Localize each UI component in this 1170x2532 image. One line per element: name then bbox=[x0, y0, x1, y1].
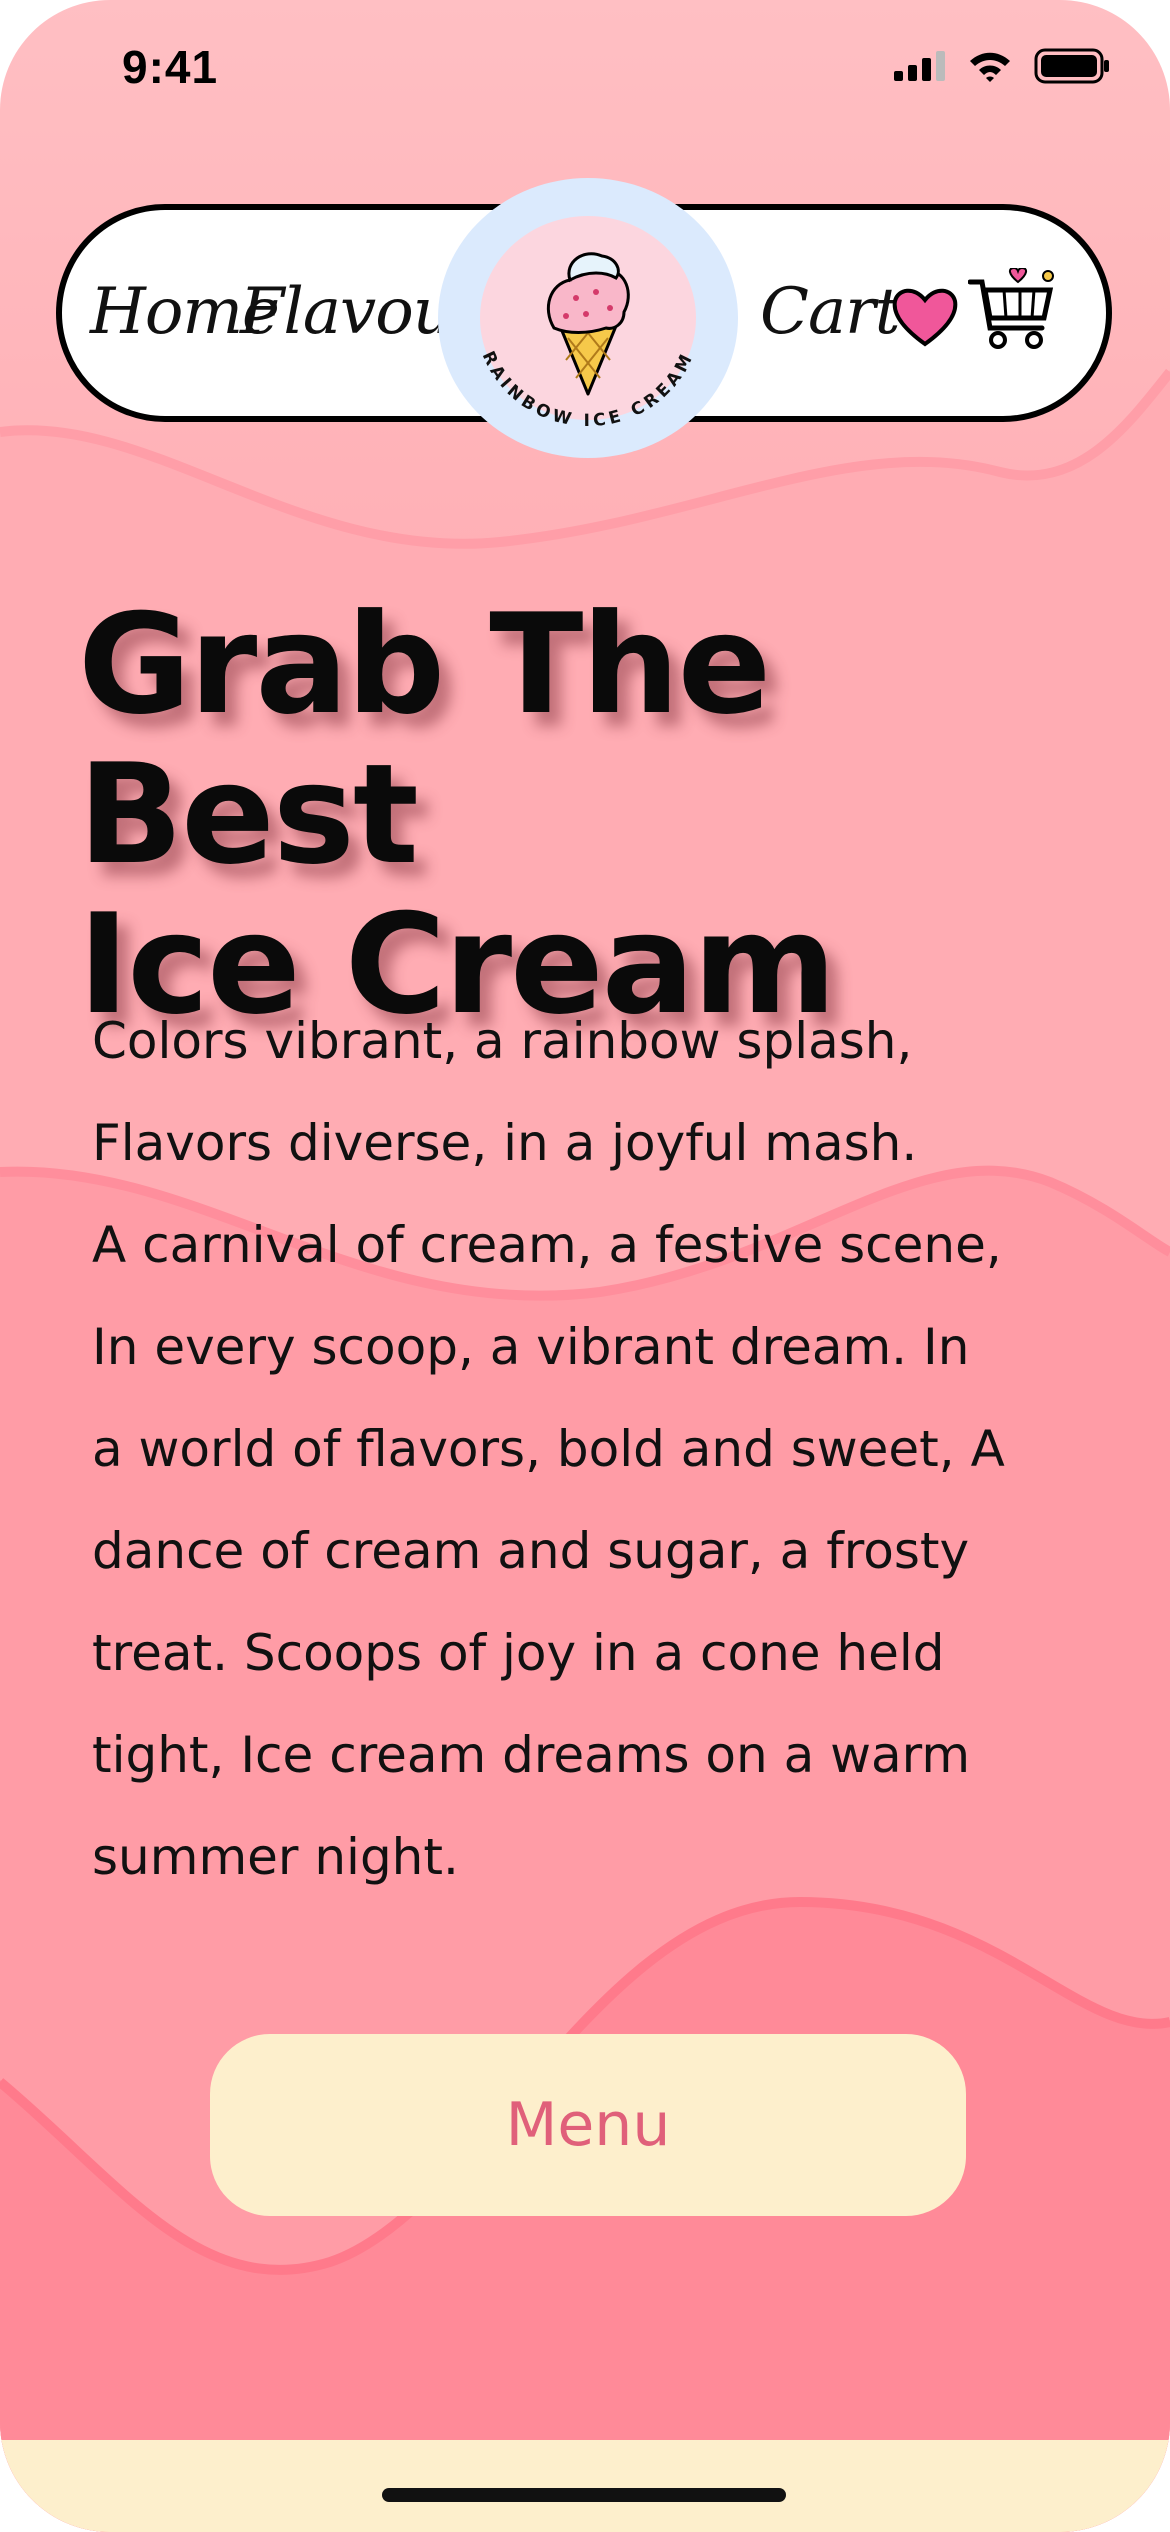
poem-line: Colors vibrant, a rainbow splash, bbox=[92, 1012, 913, 1070]
status-icons bbox=[894, 48, 1110, 84]
poem-line: tight, Ice cream dreams on a warm bbox=[92, 1726, 971, 1784]
home-indicator[interactable] bbox=[382, 2488, 786, 2502]
poem-line: Flavors diverse, in a joyful mash. bbox=[92, 1114, 918, 1172]
headline-line-1: Grab The Best bbox=[78, 584, 771, 895]
status-time: 9:41 bbox=[122, 41, 219, 93]
heart-icon[interactable] bbox=[890, 284, 960, 348]
bottom-strip bbox=[0, 2440, 1170, 2532]
poem-line: treat. Scoops of joy in a cone held bbox=[92, 1624, 945, 1682]
poem-line: a world of flavors, bold and sweet, A bbox=[92, 1420, 1005, 1478]
nav-link-cart[interactable]: Cart bbox=[760, 280, 900, 344]
shopping-cart-icon[interactable] bbox=[968, 268, 1058, 352]
menu-button[interactable]: Menu bbox=[210, 2034, 966, 2216]
poem-line: dance of cream and sugar, a frosty bbox=[92, 1522, 970, 1580]
battery-icon bbox=[1034, 48, 1109, 84]
poem-line: A carnival of cream, a festive scene, bbox=[92, 1216, 1002, 1274]
phone-screen: 9:41 Home Flavours Cart RAINBOW ICE CREA… bbox=[0, 0, 1170, 2532]
hero-headline: Grab The Best Ice Cream bbox=[78, 590, 1138, 1040]
signal-icon bbox=[894, 51, 945, 81]
poem-line: summer night. bbox=[92, 1828, 459, 1886]
ice-cream-cone-icon: RAINBOW ICE CREAM bbox=[478, 252, 694, 431]
brand-logo[interactable]: RAINBOW ICE CREAM bbox=[438, 178, 738, 458]
wifi-icon bbox=[970, 52, 1010, 82]
hero-poem: Colors vibrant, a rainbow splash, Flavor… bbox=[92, 990, 1082, 1908]
poem-line: In every scoop, a vibrant dream. In bbox=[92, 1318, 970, 1376]
